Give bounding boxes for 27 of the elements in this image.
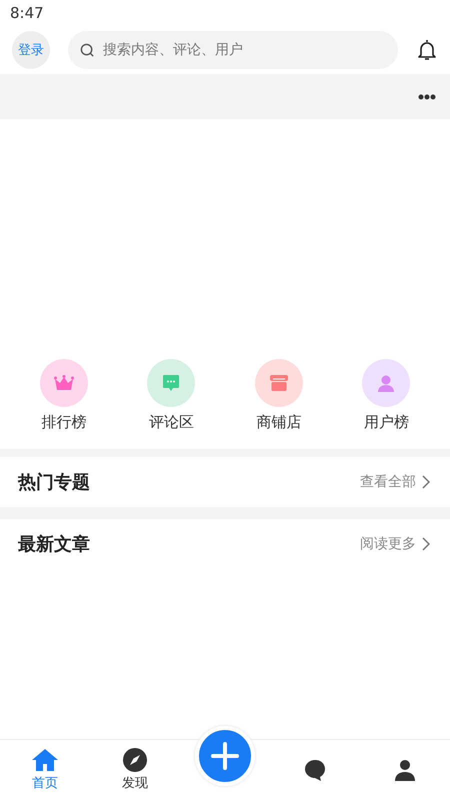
tab-item[interactable]: 首页 (31, 748, 59, 792)
plus-icon (210, 741, 240, 771)
store-icon (270, 375, 288, 391)
tab-item[interactable] (393, 758, 417, 782)
shortcut-icon-circle[interactable] (40, 359, 88, 407)
search-bar[interactable]: 搜索内容、评论、用户 (68, 31, 398, 69)
shortcut-label[interactable]: 商铺店 (256, 413, 302, 432)
bell-icon[interactable] (416, 38, 438, 62)
user-icon (377, 374, 396, 392)
status-time: 8:47 (10, 4, 44, 22)
message-icon (162, 374, 180, 392)
section-title: 热门专题 (18, 471, 90, 494)
section-more-link[interactable]: 查看全部 (360, 473, 430, 491)
search-field[interactable]: 搜索内容、评论、用户 (101, 41, 386, 59)
more-icon[interactable] (418, 94, 436, 100)
shortcut-label[interactable]: 评论区 (148, 413, 194, 432)
shortcut-label[interactable]: 用户榜 (364, 413, 409, 432)
chevron-right-icon (422, 537, 430, 551)
crown-icon (54, 375, 74, 391)
chevron-right-icon (422, 475, 430, 489)
shortcut-icon-circle[interactable] (362, 359, 410, 407)
search-icon (80, 42, 95, 58)
shortcut-label[interactable]: 排行榜 (41, 413, 86, 432)
tab-item[interactable] (303, 758, 327, 782)
shortcut-icon-circle[interactable] (254, 359, 303, 407)
section-more-link[interactable]: 阅读更多 (360, 535, 430, 553)
section-title: 最新文章 (18, 533, 90, 556)
